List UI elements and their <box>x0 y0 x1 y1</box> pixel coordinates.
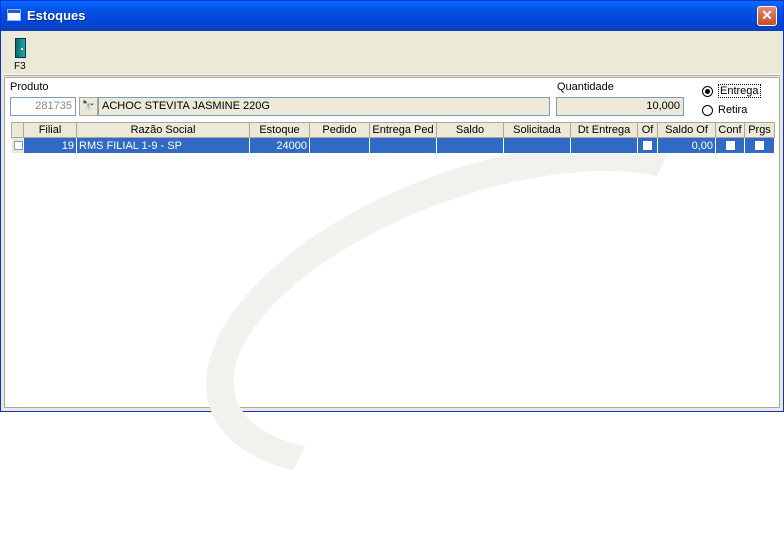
cell-razao-social: RMS FILIAL 1-9 - SP <box>76 137 250 154</box>
cell-saldo-of: 0,00 <box>657 137 716 154</box>
radio-entrega[interactable]: Entrega <box>702 84 761 98</box>
radio-entrega-label: Entrega <box>718 84 761 98</box>
cell-pedido <box>309 137 370 154</box>
toolbar: F3 <box>4 32 780 75</box>
cell-entrega-ped <box>369 137 437 154</box>
col-header-estoque[interactable]: Estoque <box>249 122 310 138</box>
cell-prgs[interactable] <box>744 137 775 154</box>
of-checkbox[interactable] <box>643 141 652 151</box>
col-header-entrega-ped[interactable]: Entrega Ped <box>369 122 437 138</box>
search-product-button[interactable]: 🔭 <box>79 97 98 116</box>
col-header-saldo[interactable]: Saldo <box>436 122 504 138</box>
produto-description-field: ACHOC STEVITA JASMINE 220G <box>98 97 550 116</box>
cell-dt-entrega <box>570 137 638 154</box>
quantidade-label: Quantidade <box>557 81 614 93</box>
conf-checkbox[interactable] <box>725 141 735 151</box>
exit-door-icon <box>15 38 26 58</box>
cell-estoque: 24000 <box>249 137 310 154</box>
produto-code-field[interactable]: 281735 <box>10 97 76 116</box>
col-header-conf[interactable]: Conf <box>715 122 745 138</box>
cell-of[interactable] <box>637 137 658 154</box>
quantidade-field[interactable]: 10,000 <box>556 97 684 116</box>
col-header-prgs[interactable]: Prgs <box>744 122 775 138</box>
produto-label: Produto <box>10 81 49 93</box>
col-header-of[interactable]: Of <box>637 122 658 138</box>
cell-solicitada <box>503 137 571 154</box>
radio-retira-dot <box>702 104 713 116</box>
col-header-solicitada[interactable]: Solicitada <box>503 122 571 138</box>
window-icon <box>7 9 21 21</box>
content-panel: Produto 281735 🔭 ACHOC STEVITA JASMINE 2… <box>4 77 784 544</box>
col-header-razao-social[interactable]: Razão Social <box>76 122 250 138</box>
binoculars-icon: 🔭 <box>82 101 95 112</box>
radio-entrega-dot <box>702 85 713 97</box>
col-header-filial[interactable]: Filial <box>23 122 77 138</box>
close-icon: ✕ <box>761 7 773 23</box>
estoques-grid: Filial Razão Social Estoque Pedido Entre… <box>11 122 775 154</box>
title-bar[interactable]: Estoques ✕ <box>1 1 783 31</box>
radio-retira[interactable]: Retira <box>702 104 747 116</box>
cell-filial: 19 <box>23 137 77 154</box>
exit-shortcut-label: F3 <box>14 61 26 72</box>
cell-conf[interactable] <box>715 137 745 154</box>
window-title: Estoques <box>27 8 86 23</box>
row-select-checkbox[interactable] <box>14 141 23 151</box>
close-button[interactable]: ✕ <box>757 6 777 26</box>
row-select-cell[interactable] <box>11 137 24 154</box>
cell-saldo <box>436 137 504 154</box>
col-header-pedido[interactable]: Pedido <box>309 122 370 138</box>
radio-retira-label: Retira <box>718 104 748 116</box>
table-row[interactable]: 19 RMS FILIAL 1-9 - SP 24000 0,00 <box>11 137 775 154</box>
grid-header-row: Filial Razão Social Estoque Pedido Entre… <box>11 122 775 138</box>
col-header-saldo-of[interactable]: Saldo Of <box>657 122 716 138</box>
estoques-window: Estoques ✕ F3 Produto 281735 🔭 ACHOC STE… <box>0 0 784 544</box>
grid-header-indicator <box>11 122 24 138</box>
col-header-dt-entrega[interactable]: Dt Entrega <box>570 122 638 138</box>
exit-button[interactable]: F3 <box>10 35 32 73</box>
prgs-checkbox[interactable] <box>755 141 764 151</box>
